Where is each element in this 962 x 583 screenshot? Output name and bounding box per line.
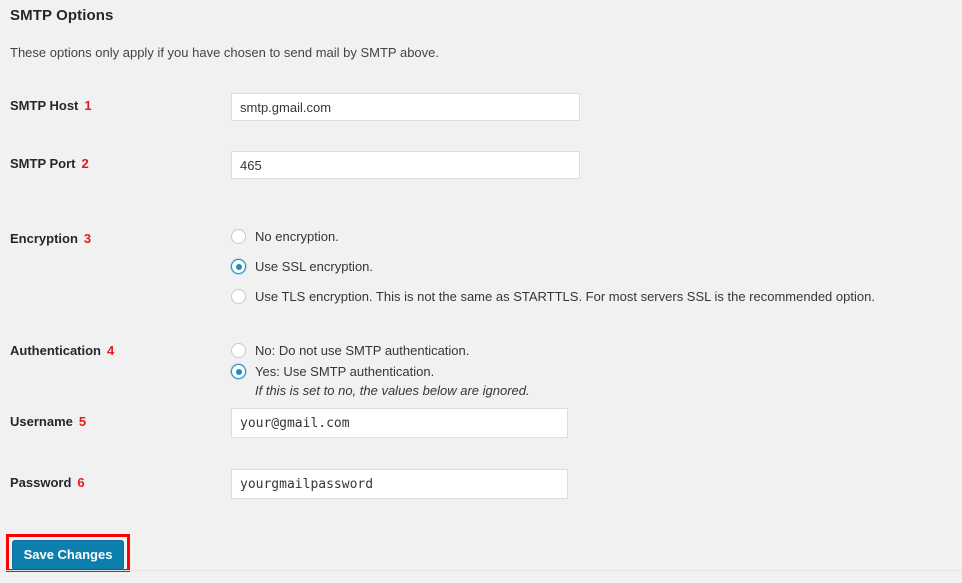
encryption-option-tls-label: Use TLS encryption. This is not the same… — [255, 289, 875, 304]
section-description: These options only apply if you have cho… — [10, 45, 440, 60]
encryption-option-none-label: No encryption. — [255, 229, 339, 244]
smtp-host-label-text: SMTP Host — [10, 98, 79, 113]
authentication-option-yes[interactable]: Yes: Use SMTP authentication. — [231, 362, 951, 381]
encryption-option-ssl-label: Use SSL encryption. — [255, 259, 374, 274]
authentication-label: Authentication 4 — [10, 343, 114, 358]
radio-icon-selected[interactable] — [231, 364, 246, 379]
encryption-options: No encryption. Use SSL encryption. Use T… — [231, 227, 951, 306]
smtp-port-label-text: SMTP Port — [10, 156, 76, 171]
bottom-divider — [0, 570, 962, 571]
smtp-port-input[interactable] — [231, 151, 580, 179]
encryption-label: Encryption 3 — [10, 231, 91, 246]
row-password: Password 6 — [0, 457, 962, 517]
authentication-option-no-label: No: Do not use SMTP authentication. — [255, 343, 470, 358]
username-marker: 5 — [78, 414, 87, 429]
radio-icon[interactable] — [231, 343, 246, 358]
smtp-host-field — [231, 93, 580, 121]
authentication-label-text: Authentication — [10, 343, 101, 358]
radio-icon[interactable] — [231, 289, 246, 304]
row-username: Username 5 — [0, 396, 962, 457]
encryption-label-text: Encryption — [10, 231, 78, 246]
encryption-option-tls[interactable]: Use TLS encryption. This is not the same… — [231, 287, 951, 306]
password-label: Password 6 — [10, 475, 85, 490]
row-encryption: Encryption 3 No encryption. Use SSL encry… — [0, 198, 962, 318]
smtp-port-field — [231, 151, 580, 179]
row-smtp-host: SMTP Host 1 — [0, 82, 962, 140]
encryption-marker: 3 — [83, 231, 92, 246]
smtp-host-input[interactable] — [231, 93, 580, 121]
row-authentication: Authentication 4 No: Do not use SMTP auth… — [0, 318, 962, 398]
page-title: SMTP Options — [10, 7, 114, 24]
authentication-option-yes-label: Yes: Use SMTP authentication. — [255, 364, 435, 379]
password-field — [231, 469, 568, 499]
username-input[interactable] — [231, 408, 568, 438]
smtp-settings-form: SMTP Host 1 SMTP Port 2 Encryption 3 — [0, 82, 962, 517]
authentication-marker: 4 — [107, 343, 115, 358]
encryption-option-ssl[interactable]: Use SSL encryption. — [231, 257, 951, 276]
smtp-host-label: SMTP Host 1 — [10, 98, 92, 113]
row-smtp-port: SMTP Port 2 — [0, 140, 962, 198]
radio-icon[interactable] — [231, 229, 246, 244]
radio-icon-selected[interactable] — [231, 259, 246, 274]
smtp-port-marker: 2 — [81, 156, 89, 171]
authentication-option-no[interactable]: No: Do not use SMTP authentication. — [231, 341, 951, 360]
save-button-highlight: Save Changes — [6, 534, 130, 572]
encryption-option-none[interactable]: No encryption. — [231, 227, 951, 246]
authentication-options: No: Do not use SMTP authentication. Yes:… — [231, 341, 951, 400]
password-input[interactable] — [231, 469, 568, 499]
save-button[interactable]: Save Changes — [12, 540, 124, 570]
password-label-text: Password — [10, 475, 72, 490]
smtp-host-marker: 1 — [84, 98, 92, 113]
smtp-options-page: SMTP Options These options only apply if… — [0, 0, 962, 583]
username-label-text: Username — [10, 414, 73, 429]
username-label: Username 5 — [10, 414, 86, 429]
username-field — [231, 408, 568, 438]
password-marker: 6 — [77, 475, 85, 490]
smtp-port-label: SMTP Port 2 — [10, 156, 89, 171]
